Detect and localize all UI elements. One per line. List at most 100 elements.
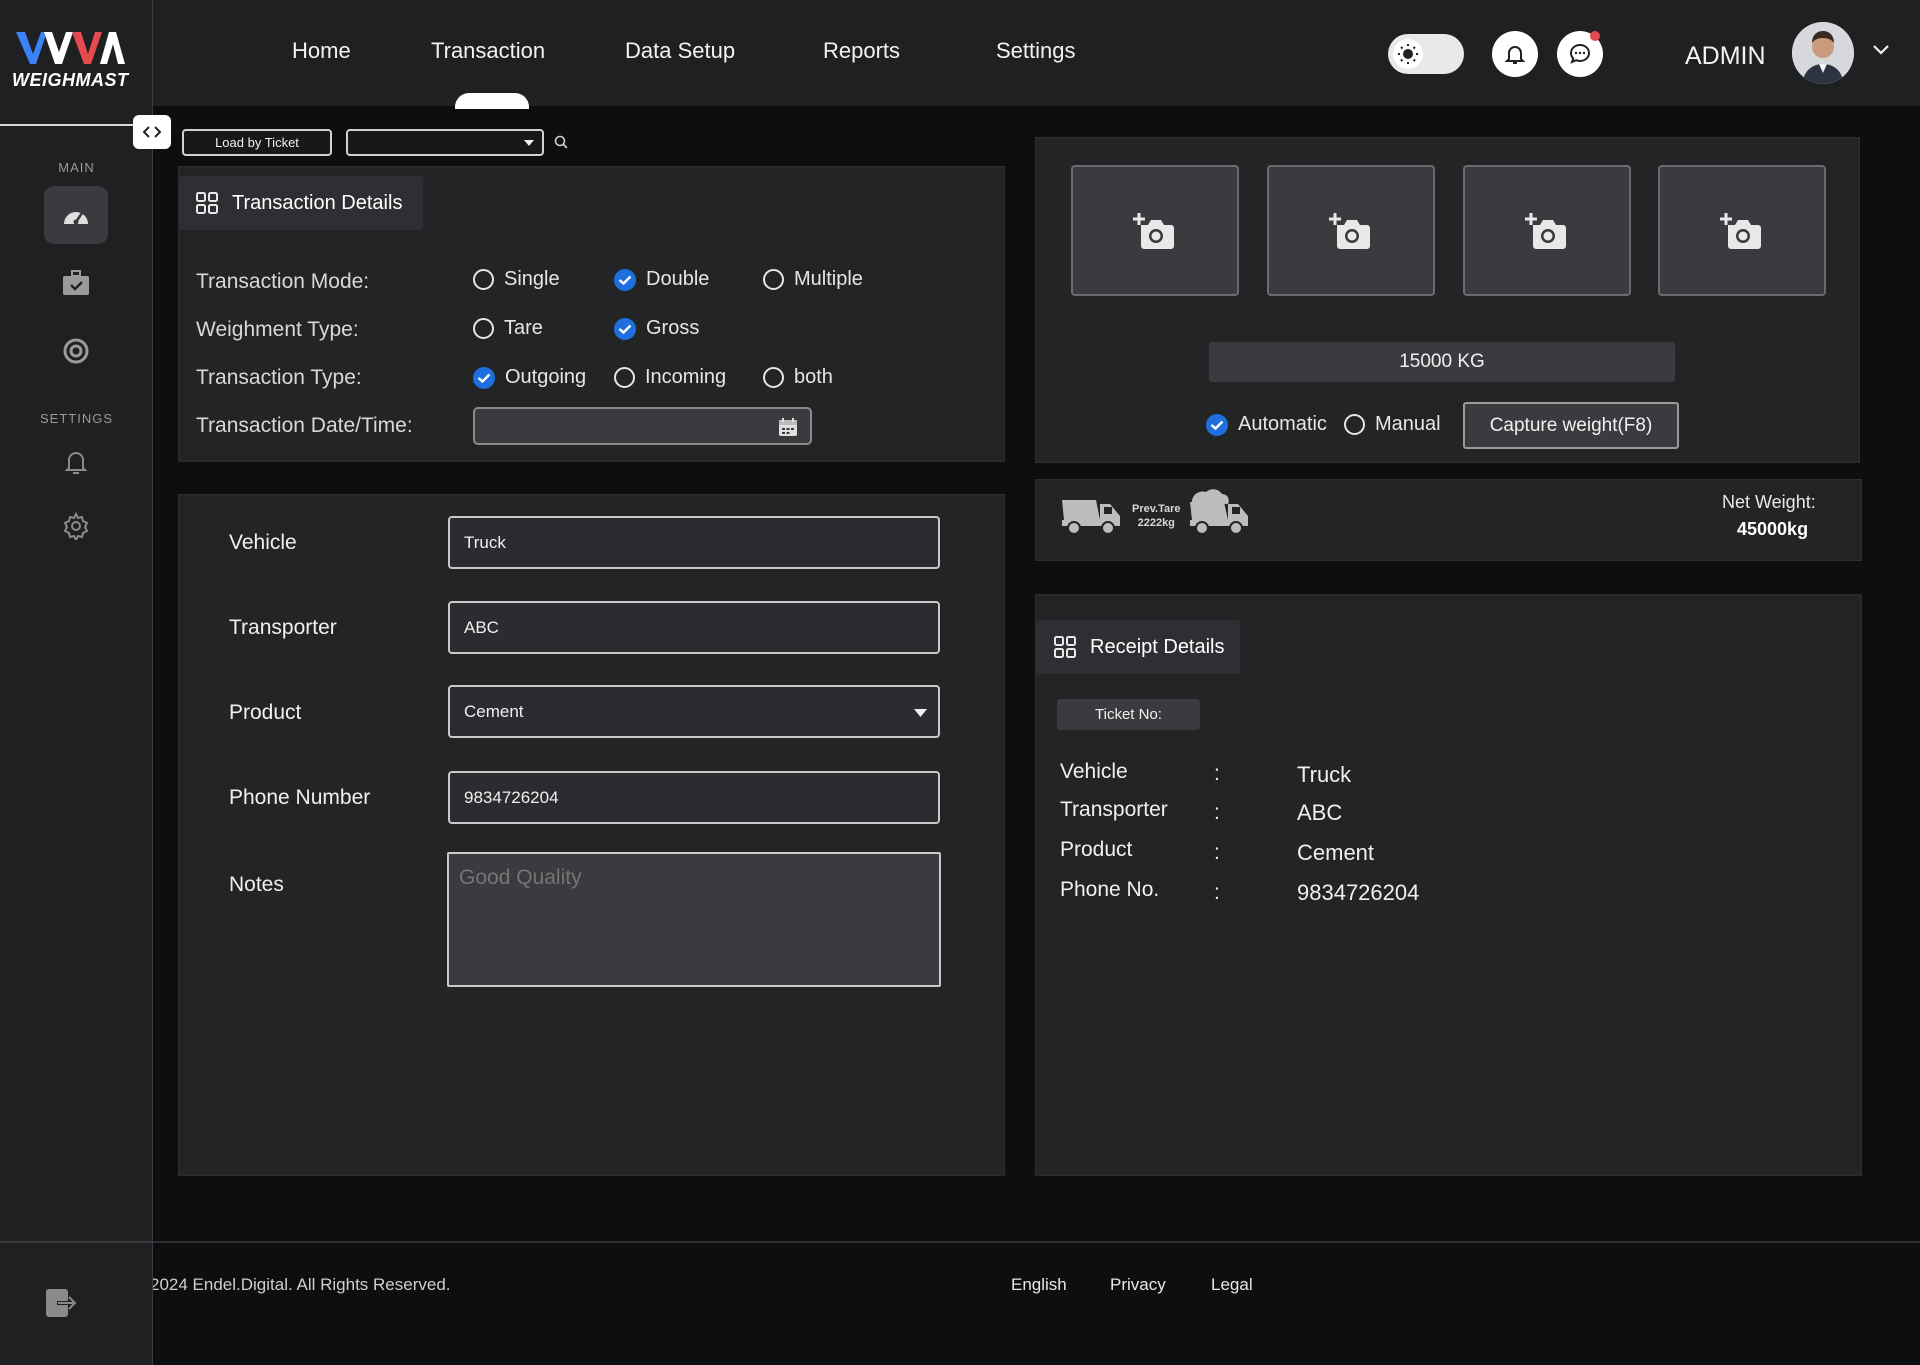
copyright-text: 2024 Endel.Digital. All Rights Reserved. [150,1275,451,1294]
truck-loaded-icon [1190,489,1248,535]
chevron-down-icon[interactable] [1872,44,1890,56]
phone-number-input[interactable]: 9834726204 [448,771,940,824]
mode-single-radio[interactable]: Single [473,268,560,291]
mode-double-radio[interactable]: Double [614,268,709,291]
nav-settings[interactable]: Settings [996,38,1076,64]
sidebar-item-notifications[interactable] [44,433,108,491]
prev-tare-readout: Prev.Tare 2222kg [1132,502,1181,530]
camera-slot-2[interactable] [1267,165,1435,296]
briefcase-check-icon [63,270,89,295]
logout-icon[interactable] [45,1288,77,1318]
caret-down-icon [524,140,534,146]
sidebar-section-main: MAIN [58,160,95,175]
sun-icon [1393,39,1423,69]
notes-label: Notes [229,873,284,896]
add-photo-icon [1525,212,1566,249]
type-outgoing-radio[interactable]: Outgoing [473,366,586,389]
search-icon[interactable] [554,135,568,149]
collapse-sidebar-button[interactable] [133,115,171,149]
receipt-details-title: Receipt Details [1090,635,1225,658]
logo-mark [16,32,125,64]
nav-reports[interactable]: Reports [823,38,900,64]
nav-home[interactable]: Home [292,38,351,64]
receipt-transporter-value: ABC [1297,800,1343,825]
receipt-product-value: Cement [1297,840,1375,865]
product-select-value: Cement [464,701,524,721]
product-select[interactable]: Cement [448,685,940,738]
prev-tare-value: 2222kg [1137,517,1175,529]
notes-textarea[interactable] [447,852,941,987]
check-icon [473,366,495,389]
receipt-details-tab: Receipt Details [1036,620,1240,674]
receipt-transporter-label: Transporter [1060,798,1168,821]
transaction-date-input[interactable] [473,407,812,445]
camera-slot-1[interactable] [1071,165,1239,296]
receipt-vehicle-value: Truck [1297,762,1352,787]
footer-link-english[interactable]: English [1011,1275,1067,1295]
transaction-date-label: Transaction Date/Time: [196,414,413,437]
nav-data-setup[interactable]: Data Setup [625,38,735,64]
receipt-separator: : [1214,841,1220,864]
capture-weight-button[interactable]: Capture weight(F8) [1463,402,1679,449]
vehicle-form-panel [178,494,1005,1176]
caret-down-icon [914,709,927,717]
sidebar: WEIGHMAST MAIN SETTINGS [0,0,171,1365]
ticket-number-badge: Ticket No: [1057,699,1200,730]
vehicle-input[interactable]: Truck [448,516,940,569]
check-icon [1206,413,1228,436]
avatar[interactable] [1792,22,1854,84]
check-icon [614,317,636,340]
theme-toggle[interactable] [1388,34,1464,74]
logo [14,28,134,68]
receipt-product-label: Product [1060,838,1133,861]
prev-tare-label: Prev.Tare [1132,503,1181,515]
sidebar-item-dashboard[interactable] [44,186,108,244]
sidebar-item-transactions[interactable] [44,254,108,312]
weight-manual-radio[interactable]: Manual [1344,413,1441,436]
bell-icon [64,452,88,474]
check-icon [614,268,636,291]
type-both-radio[interactable]: both [763,366,833,389]
nav-transaction[interactable]: Transaction [431,38,545,64]
active-nav-indicator [455,93,529,109]
receipt-separator: : [1214,881,1220,904]
footer-link-privacy[interactable]: Privacy [1110,1275,1166,1295]
weight-automatic-radio[interactable]: Automatic [1206,413,1327,436]
camera-slot-4[interactable] [1658,165,1826,296]
transaction-type-label: Transaction Type: [196,366,362,389]
receipt-separator: : [1214,762,1220,785]
sidebar-item-support[interactable] [44,322,108,380]
transaction-mode-label: Transaction Mode: [196,270,370,293]
weighment-gross-radio[interactable]: Gross [614,317,699,340]
mode-multiple-radio[interactable]: Multiple [763,268,863,291]
vehicle-label: Vehicle [229,531,297,554]
weight-display: 15000 KG [1209,342,1675,382]
net-weight-value: 45000kg [1737,519,1809,539]
product-label: Product [229,701,302,724]
lifebuoy-icon [63,338,89,364]
transporter-label: Transporter [229,616,337,639]
calendar-icon[interactable] [778,417,798,437]
camera-slot-3[interactable] [1463,165,1631,296]
messages-button[interactable] [1557,31,1603,77]
footer-link-legal[interactable]: Legal [1211,1275,1253,1295]
receipt-phone-value: 9834726204 [1297,880,1420,905]
type-incoming-radio[interactable]: Incoming [614,366,726,389]
weighment-type-label: Weighment Type: [196,318,359,341]
transaction-details-tab: Transaction Details [178,176,423,230]
notifications-button[interactable] [1492,31,1538,77]
phone-number-label: Phone Number [229,786,371,809]
transporter-input[interactable]: ABC [448,601,940,654]
receipt-phone-label: Phone No. [1060,878,1160,901]
grid-icon [196,192,218,214]
add-photo-icon [1329,212,1370,249]
ticket-select[interactable] [346,129,544,156]
grid-icon [1054,636,1076,658]
footer [0,1241,1920,1365]
bell-icon [1504,46,1526,64]
weighment-tare-radio[interactable]: Tare [473,317,543,340]
receipt-separator: : [1214,801,1220,824]
sidebar-item-settings[interactable] [44,497,108,555]
code-arrows-icon [142,126,162,138]
load-by-ticket-button[interactable]: Load by Ticket [182,129,332,156]
